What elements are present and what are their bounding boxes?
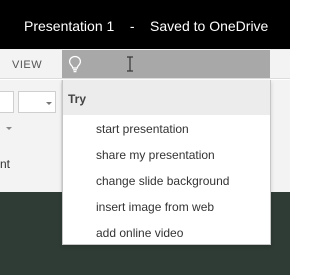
lightbulb-icon [68, 55, 82, 73]
title-bar: Presentation 1 - Saved to OneDrive [0, 0, 290, 49]
ribbon-panel: nt [0, 80, 62, 262]
tell-me-search-box[interactable] [62, 50, 270, 78]
ibeam-cursor-icon [127, 56, 133, 72]
suggestion-start-presentation[interactable]: start presentation [96, 122, 189, 136]
suggestion-share-presentation[interactable]: share my presentation [96, 148, 215, 162]
suggestion-change-slide-background[interactable]: change slide background [96, 174, 229, 188]
chevron-down-icon [6, 127, 12, 130]
suggestion-insert-image-from-web[interactable]: insert image from web [96, 200, 214, 214]
tab-view[interactable]: VIEW [12, 59, 42, 71]
ribbon-input-partial[interactable] [0, 91, 14, 113]
tell-me-suggestions-dropdown: Try start presentation share my presenta… [62, 80, 271, 245]
suggestions-header: Try [63, 80, 270, 115]
chevron-down-icon [46, 102, 52, 105]
suggestions-header-label: Try [68, 92, 87, 106]
window-title: Presentation 1 - Saved to OneDrive [24, 18, 269, 34]
ribbon-group-label: nt [0, 157, 11, 171]
suggestion-add-online-video[interactable]: add online video [96, 226, 183, 240]
ribbon-right-area [270, 80, 290, 192]
